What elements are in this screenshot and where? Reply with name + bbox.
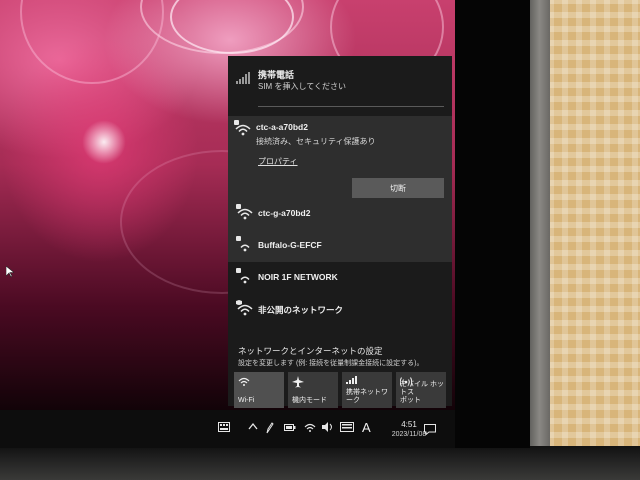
properties-link[interactable]: プロパティ bbox=[258, 156, 298, 167]
network-name: ctc-g-a70bd2 bbox=[258, 208, 311, 218]
cellular-signal-icon bbox=[236, 72, 250, 84]
mouse-cursor-icon bbox=[6, 266, 14, 278]
quick-actions: Wi-Fi 機内モード 携帯ネットワーク モバイル ホットス ポット bbox=[234, 372, 448, 408]
touch-keyboard-icon[interactable] bbox=[340, 422, 354, 432]
pen-icon[interactable] bbox=[266, 422, 274, 434]
disconnect-button[interactable]: 切断 bbox=[352, 178, 444, 198]
quick-action-label: Wi-Fi bbox=[238, 397, 255, 404]
battery-icon[interactable] bbox=[284, 422, 296, 432]
ime-indicator[interactable]: A bbox=[362, 420, 371, 435]
laptop-bezel-bottom bbox=[0, 446, 640, 480]
wifi-secured-icon bbox=[236, 236, 250, 252]
quick-action-wifi[interactable]: Wi-Fi bbox=[234, 372, 284, 408]
quick-action-hotspot[interactable]: モバイル ホットス ポット bbox=[396, 372, 446, 408]
network-item[interactable]: NOIR 1F NETWORK bbox=[228, 260, 452, 292]
quick-action-label: モバイル ホットス ポット bbox=[400, 381, 444, 404]
network-name: NOIR 1F NETWORK bbox=[258, 272, 338, 282]
network-settings-description: 設定を変更します (例: 接続を従量制課金接続に設定する)。 bbox=[238, 360, 424, 367]
wifi-icon bbox=[238, 377, 250, 386]
speaker-icon[interactable] bbox=[322, 422, 334, 432]
wifi-secured-icon bbox=[236, 204, 253, 220]
quick-action-label: 携帯ネットワーク bbox=[346, 389, 388, 404]
screen: 携帯電話 SIM を挿入してください ctc-a-a70bd2 接続済み、セキュ… bbox=[0, 0, 530, 448]
wallpaper-swirl bbox=[20, 0, 164, 84]
network-item[interactable]: Buffalo-G-EFCF bbox=[228, 228, 452, 260]
wallpaper-flower bbox=[82, 120, 126, 164]
cellular-subtitle: SIM を挿入してください bbox=[258, 82, 346, 91]
quick-action-cellular[interactable]: 携帯ネットワーク bbox=[342, 372, 392, 408]
quick-action-label: 機内モード bbox=[292, 397, 327, 404]
cellular-row[interactable]: 携帯電話 SIM を挿入してください bbox=[228, 56, 452, 107]
connected-network-status: 接続済み、セキュリティ保護あり bbox=[256, 137, 376, 146]
cellular-title: 携帯電話 bbox=[258, 70, 295, 80]
airplane-icon bbox=[292, 376, 304, 388]
connected-network-name: ctc-a-a70bd2 bbox=[256, 122, 308, 132]
wifi-icon[interactable] bbox=[304, 422, 316, 432]
network-settings-link[interactable]: ネットワークとインターネットの設定 bbox=[238, 345, 383, 357]
divider bbox=[258, 106, 444, 107]
cellular-icon bbox=[346, 376, 357, 384]
wifi-secured-icon bbox=[236, 268, 250, 284]
wifi-hidden-secured-icon bbox=[236, 300, 253, 316]
quick-action-airplane[interactable]: 機内モード bbox=[288, 372, 338, 408]
network-name: 非公開のネットワーク bbox=[258, 305, 344, 315]
network-name: Buffalo-G-EFCF bbox=[258, 240, 322, 250]
wifi-secured-icon bbox=[234, 120, 251, 136]
network-flyout: 携帯電話 SIM を挿入してください ctc-a-a70bd2 接続済み、セキュ… bbox=[228, 56, 452, 408]
background-fabric bbox=[548, 0, 640, 480]
network-item[interactable]: ctc-g-a70bd2 bbox=[228, 196, 452, 228]
chevron-up-icon[interactable] bbox=[248, 422, 258, 430]
notification-icon[interactable] bbox=[424, 424, 436, 435]
taskbar: A 4:51 2023/11/08 bbox=[0, 410, 455, 448]
keyboard-icon[interactable] bbox=[218, 422, 230, 432]
network-item[interactable]: 非公開のネットワーク bbox=[228, 292, 452, 324]
